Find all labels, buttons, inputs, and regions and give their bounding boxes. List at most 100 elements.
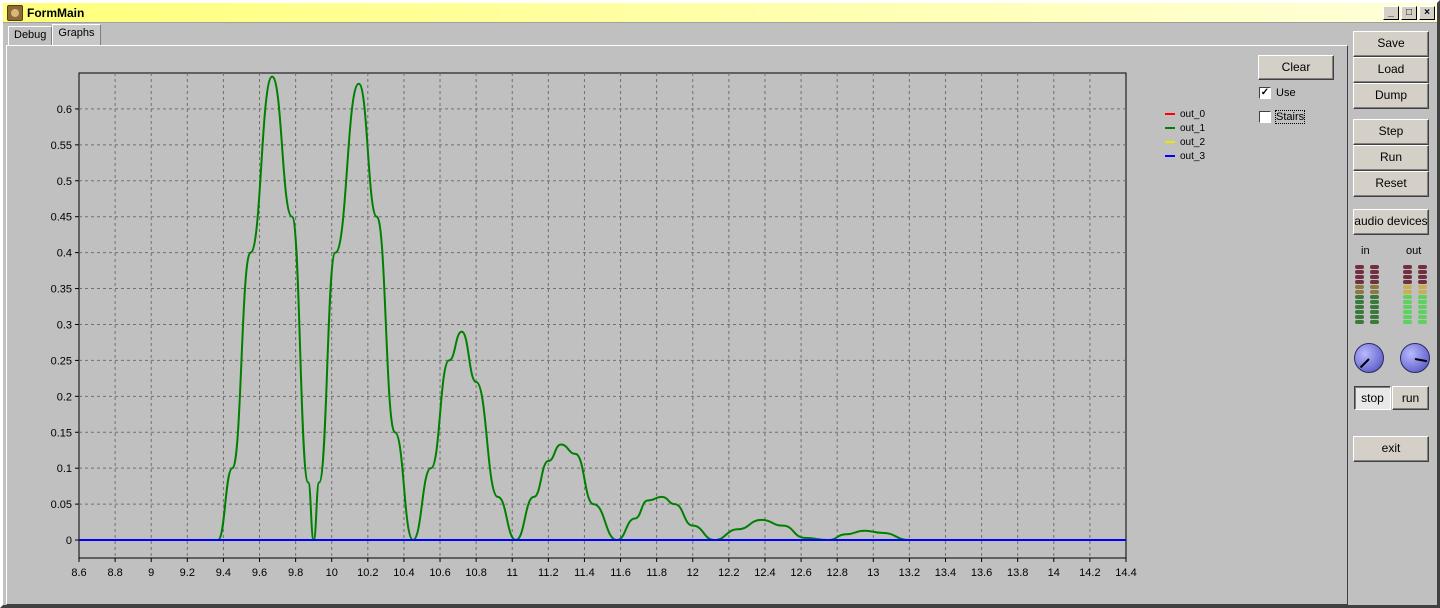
x-tick-label: 12.2 bbox=[718, 567, 739, 579]
led bbox=[1418, 280, 1427, 284]
led bbox=[1403, 265, 1412, 269]
legend-label: out_0 bbox=[1180, 108, 1206, 120]
legend-label: out_3 bbox=[1180, 150, 1206, 162]
legend-swatch-out3 bbox=[1165, 155, 1175, 157]
led bbox=[1418, 285, 1427, 289]
chart: 8.6 8.8 9 9.2 9.4 9.6 9.8 10 10.2 10.4 10.6 10.8 11 1… bbox=[51, 72, 1137, 579]
dump-button[interactable]: Dump bbox=[1353, 83, 1429, 109]
y-tick-label: 0.2 bbox=[57, 391, 72, 403]
main-window: FormMain _ □ × Debug Graphs 8.6 8.8 9 9.2 9.… bbox=[0, 0, 1440, 608]
led bbox=[1370, 290, 1379, 294]
audio-devices-button[interactable]: audio devices bbox=[1353, 209, 1429, 235]
save-button[interactable]: Save bbox=[1353, 31, 1429, 57]
tab-graphs[interactable]: Graphs bbox=[52, 24, 101, 45]
maximize-button[interactable]: □ bbox=[1401, 6, 1417, 20]
led bbox=[1355, 265, 1364, 269]
x-tick-label: 11.2 bbox=[538, 567, 559, 579]
led bbox=[1403, 300, 1412, 304]
plot-area bbox=[78, 72, 1127, 559]
led bbox=[1355, 295, 1364, 299]
led bbox=[1370, 265, 1379, 269]
use-checkbox[interactable]: ✓ Use bbox=[1259, 87, 1296, 99]
led bbox=[1418, 275, 1427, 279]
led bbox=[1355, 320, 1364, 324]
legend-item: out_3 bbox=[1165, 149, 1205, 163]
use-check-box[interactable]: ✓ bbox=[1259, 87, 1271, 99]
y-tick-label: 0.5 bbox=[57, 176, 72, 188]
output-gain-knob[interactable] bbox=[1400, 343, 1430, 373]
led bbox=[1403, 305, 1412, 309]
led bbox=[1370, 315, 1379, 319]
x-tick-label: 13 bbox=[867, 567, 879, 579]
led bbox=[1370, 305, 1379, 309]
close-button[interactable]: × bbox=[1419, 6, 1435, 20]
input-gain-knob[interactable] bbox=[1354, 343, 1384, 373]
led bbox=[1403, 290, 1412, 294]
legend-label: out_1 bbox=[1180, 122, 1206, 134]
x-tick-label: 12.4 bbox=[754, 567, 775, 579]
legend-item: out_2 bbox=[1165, 135, 1205, 149]
x-tick-label: 14.2 bbox=[1079, 567, 1100, 579]
x-tick-label: 8.6 bbox=[71, 567, 86, 579]
led bbox=[1355, 310, 1364, 314]
led bbox=[1370, 285, 1379, 289]
x-tick-label: 8.8 bbox=[107, 567, 122, 579]
legend-swatch-out2 bbox=[1165, 141, 1175, 143]
led bbox=[1403, 285, 1412, 289]
led bbox=[1418, 305, 1427, 309]
chart-legend: out_0 out_1 out_2 out_3 bbox=[1165, 107, 1205, 163]
y-tick-label: 0 bbox=[66, 535, 72, 547]
step-button[interactable]: Step bbox=[1353, 119, 1429, 145]
load-button[interactable]: Load bbox=[1353, 57, 1429, 83]
x-tick-label: 14 bbox=[1048, 567, 1060, 579]
minimize-button[interactable]: _ bbox=[1383, 6, 1399, 20]
led bbox=[1370, 280, 1379, 284]
legend-swatch-out1 bbox=[1165, 127, 1175, 129]
x-tick-label: 10.8 bbox=[465, 567, 486, 579]
x-tick-label: 13.8 bbox=[1007, 567, 1028, 579]
x-tick-label: 12.6 bbox=[790, 567, 811, 579]
y-tick-label: 0.45 bbox=[51, 212, 72, 224]
led bbox=[1370, 270, 1379, 274]
x-tick-label: 11 bbox=[507, 567, 518, 579]
y-tick-label: 0.4 bbox=[57, 248, 72, 260]
y-tick-label: 0.15 bbox=[51, 427, 72, 439]
led bbox=[1355, 300, 1364, 304]
x-tick-label: 13.2 bbox=[899, 567, 920, 579]
led bbox=[1403, 315, 1412, 319]
x-tick-label: 10 bbox=[326, 567, 338, 579]
run-toggle-button[interactable]: run bbox=[1392, 386, 1429, 410]
title-bar[interactable]: FormMain _ □ × bbox=[3, 3, 1437, 23]
stairs-check-box[interactable] bbox=[1259, 111, 1271, 123]
led bbox=[1418, 295, 1427, 299]
led bbox=[1370, 275, 1379, 279]
led bbox=[1418, 320, 1427, 324]
meter-in-label: in bbox=[1361, 245, 1370, 257]
x-tick-label: 11.6 bbox=[610, 567, 631, 579]
clear-button[interactable]: Clear bbox=[1258, 55, 1334, 80]
led-column bbox=[1370, 265, 1379, 324]
led bbox=[1403, 310, 1412, 314]
run-button[interactable]: Run bbox=[1353, 145, 1429, 171]
exit-button[interactable]: exit bbox=[1353, 436, 1429, 462]
legend-item: out_1 bbox=[1165, 121, 1205, 135]
app-icon bbox=[7, 4, 23, 21]
y-tick-label: 0.55 bbox=[51, 140, 72, 152]
led bbox=[1403, 295, 1412, 299]
x-tick-label: 11.8 bbox=[646, 567, 667, 579]
led bbox=[1370, 300, 1379, 304]
meter-out-label: out bbox=[1406, 245, 1422, 257]
x-tick-label: 12.8 bbox=[826, 567, 847, 579]
tab-debug[interactable]: Debug bbox=[8, 26, 53, 45]
knob-indicator bbox=[1414, 358, 1427, 363]
stairs-checkbox[interactable]: Stairs bbox=[1259, 110, 1306, 124]
led bbox=[1418, 270, 1427, 274]
y-tick-label: 0.05 bbox=[51, 499, 72, 511]
window-title: FormMain bbox=[27, 5, 85, 20]
x-tick-label: 9.6 bbox=[252, 567, 267, 579]
led bbox=[1355, 290, 1364, 294]
legend-item: out_0 bbox=[1165, 107, 1205, 121]
led bbox=[1418, 310, 1427, 314]
stop-toggle-button[interactable]: stop bbox=[1354, 386, 1391, 410]
reset-button[interactable]: Reset bbox=[1353, 171, 1429, 197]
